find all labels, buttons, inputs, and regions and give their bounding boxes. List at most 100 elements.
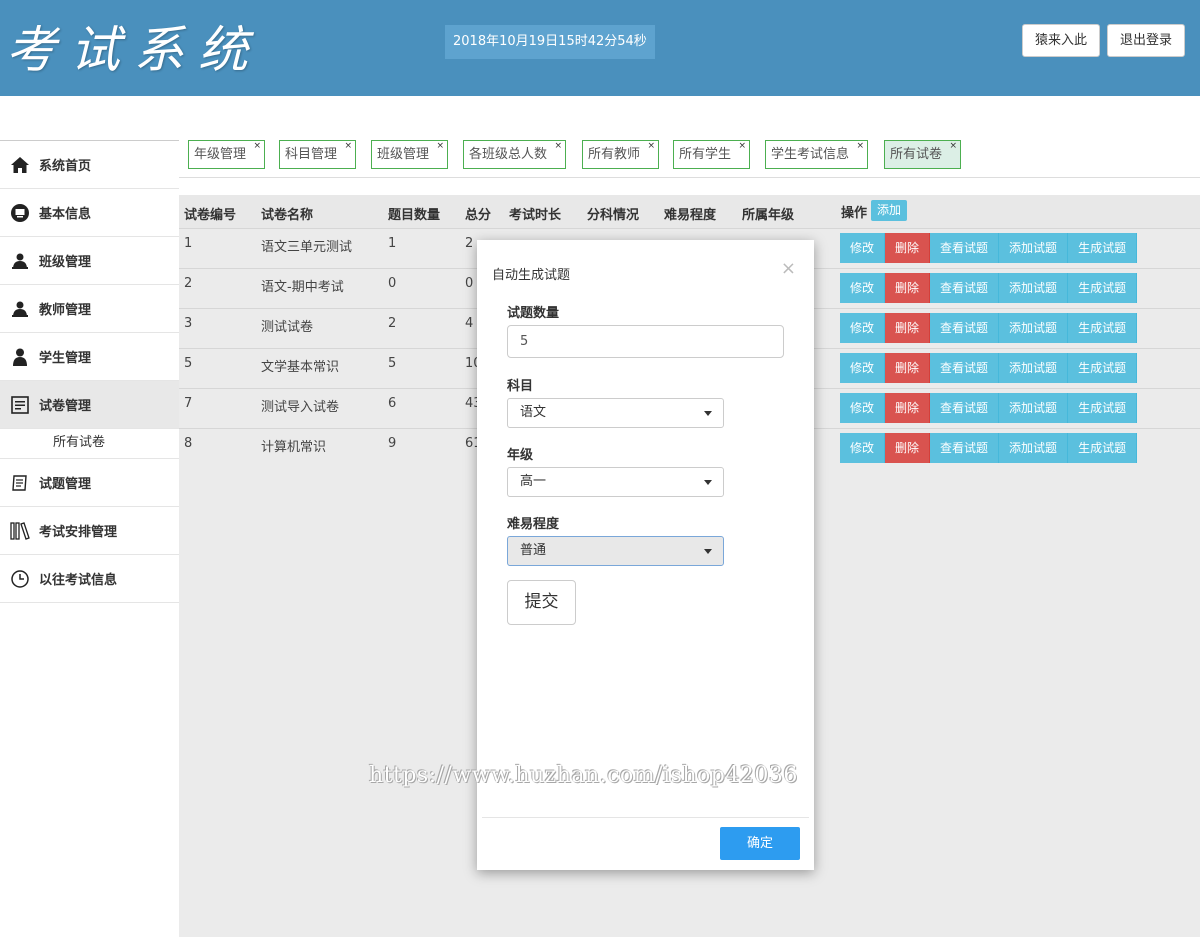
sidebar-item-label: 教师管理 <box>39 303 92 318</box>
sidebar-item-label: 考试安排管理 <box>39 525 118 540</box>
col-header: 试卷编号 <box>184 208 237 223</box>
sidebar-item-label: 系统首页 <box>39 159 92 174</box>
sidebar-item-label: 试卷管理 <box>39 399 92 414</box>
users-icon <box>10 299 30 319</box>
edit-button[interactable]: 修改 <box>840 273 886 303</box>
sidebar-item-papers[interactable]: 试卷管理 <box>0 381 179 429</box>
chevron-down-icon <box>704 549 712 554</box>
delete-button[interactable]: 删除 <box>885 393 931 423</box>
close-icon[interactable]: × <box>856 133 864 160</box>
view-questions-button[interactable]: 查看试题 <box>930 233 1000 263</box>
row-actions: 修改 删除 查看试题 添加试题 生成试题 <box>840 313 1138 343</box>
add-questions-button[interactable]: 添加试题 <box>999 353 1069 383</box>
edit-button[interactable]: 修改 <box>840 313 886 343</box>
subject-select[interactable]: 语文 <box>507 398 724 428</box>
tab-all-papers[interactable]: 所有试卷 × <box>884 140 962 169</box>
sidebar-subitem-all-papers[interactable]: 所有试卷 <box>0 429 179 459</box>
col-header: 所属年级 <box>742 208 795 223</box>
difficulty-select[interactable]: 普通 <box>507 536 724 566</box>
front-site-button[interactable]: 猿来入此 <box>1022 24 1101 57</box>
edit-button[interactable]: 修改 <box>840 353 886 383</box>
tab-teachers[interactable]: 所有教师 × <box>582 140 660 169</box>
sidebar-item-label: 试题管理 <box>39 477 92 492</box>
tab-exam-info[interactable]: 学生考试信息 × <box>765 140 869 169</box>
row-actions: 修改 删除 查看试题 添加试题 生成试题 <box>840 233 1138 263</box>
confirm-button[interactable]: 确定 <box>720 827 800 860</box>
add-questions-button[interactable]: 添加试题 <box>999 393 1069 423</box>
quantity-input[interactable]: 5 <box>507 325 784 358</box>
sidebar: 系统首页 基本信息 班级管理 教师管理 学生管理 试卷管理 所有试卷 试题管理 … <box>0 140 179 937</box>
close-icon[interactable]: × <box>781 258 796 279</box>
generate-questions-button[interactable]: 生成试题 <box>1068 353 1138 383</box>
logout-button[interactable]: 退出登录 <box>1107 24 1186 57</box>
quantity-label: 试题数量 <box>507 306 560 321</box>
view-questions-button[interactable]: 查看试题 <box>930 313 1000 343</box>
add-paper-button[interactable]: 添加 <box>871 200 908 221</box>
delete-button[interactable]: 删除 <box>885 273 931 303</box>
generate-questions-button[interactable]: 生成试题 <box>1068 273 1138 303</box>
table-header: 试卷编号 试卷名称 题目数量 总分 考试时长 分科情况 难易程度 所属年级 操作… <box>179 195 1200 228</box>
close-icon[interactable]: × <box>554 133 562 160</box>
close-icon[interactable]: × <box>344 133 352 160</box>
close-icon[interactable]: × <box>436 133 444 160</box>
add-questions-button[interactable]: 添加试题 <box>999 233 1069 263</box>
home-icon <box>10 155 30 175</box>
sidebar-item-home[interactable]: 系统首页 <box>0 141 179 189</box>
grade-select[interactable]: 高一 <box>507 467 724 497</box>
tab-students[interactable]: 所有学生 × <box>673 140 751 169</box>
edit-button[interactable]: 修改 <box>840 233 886 263</box>
view-questions-button[interactable]: 查看试题 <box>930 353 1000 383</box>
row-actions: 修改 删除 查看试题 添加试题 生成试题 <box>840 393 1138 423</box>
chevron-down-icon <box>704 411 712 416</box>
submit-button[interactable]: 提交 <box>507 580 576 625</box>
delete-button[interactable]: 删除 <box>885 433 931 463</box>
generate-questions-button[interactable]: 生成试题 <box>1068 433 1138 463</box>
sidebar-item-basic-info[interactable]: 基本信息 <box>0 189 179 237</box>
view-questions-button[interactable]: 查看试题 <box>930 273 1000 303</box>
col-header: 难易程度 <box>664 208 717 223</box>
tab-subject[interactable]: 科目管理 × <box>279 140 357 169</box>
edit-button[interactable]: 修改 <box>840 393 886 423</box>
sidebar-item-class[interactable]: 班级管理 <box>0 237 179 285</box>
tab-grade[interactable]: 年级管理 × <box>188 140 266 169</box>
col-header: 题目数量 <box>388 208 441 223</box>
monitor-icon <box>10 203 30 223</box>
tab-bar: 年级管理 × 科目管理 × 班级管理 × 各班级总人数 × 所有教师 × 所有学生 × 学生… <box>179 136 1200 178</box>
difficulty-label: 难易程度 <box>507 517 560 532</box>
sidebar-item-label: 班级管理 <box>39 255 92 270</box>
close-icon[interactable]: × <box>253 133 261 160</box>
sidebar-item-label: 学生管理 <box>39 351 92 366</box>
view-questions-button[interactable]: 查看试题 <box>930 393 1000 423</box>
delete-button[interactable]: 删除 <box>885 313 931 343</box>
close-icon[interactable]: × <box>738 133 746 160</box>
users-icon <box>10 251 30 271</box>
generate-questions-button[interactable]: 生成试题 <box>1068 393 1138 423</box>
sidebar-item-teacher[interactable]: 教师管理 <box>0 285 179 333</box>
generate-questions-button[interactable]: 生成试题 <box>1068 233 1138 263</box>
clock-icon <box>10 569 30 589</box>
tab-class-count[interactable]: 各班级总人数 × <box>463 140 567 169</box>
row-actions: 修改 删除 查看试题 添加试题 生成试题 <box>840 433 1138 463</box>
sidebar-item-student[interactable]: 学生管理 <box>0 333 179 381</box>
subject-label: 科目 <box>507 379 534 394</box>
delete-button[interactable]: 删除 <box>885 353 931 383</box>
sidebar-item-label: 基本信息 <box>39 207 92 222</box>
add-questions-button[interactable]: 添加试题 <box>999 433 1069 463</box>
notepad-icon <box>10 473 30 493</box>
col-header: 试卷名称 <box>261 208 314 223</box>
col-header: 考试时长 <box>509 208 562 223</box>
edit-button[interactable]: 修改 <box>840 433 886 463</box>
close-icon[interactable]: × <box>949 133 957 160</box>
sidebar-item-questions[interactable]: 试题管理 <box>0 459 179 507</box>
view-questions-button[interactable]: 查看试题 <box>930 433 1000 463</box>
tab-class[interactable]: 班级管理 × <box>371 140 449 169</box>
delete-button[interactable]: 删除 <box>885 233 931 263</box>
add-questions-button[interactable]: 添加试题 <box>999 273 1069 303</box>
chevron-down-icon <box>704 480 712 485</box>
col-header: 操作 <box>841 206 868 221</box>
close-icon[interactable]: × <box>647 133 655 160</box>
sidebar-item-past-exams[interactable]: 以往考试信息 <box>0 555 179 603</box>
add-questions-button[interactable]: 添加试题 <box>999 313 1069 343</box>
sidebar-item-exam-schedule[interactable]: 考试安排管理 <box>0 507 179 555</box>
generate-questions-button[interactable]: 生成试题 <box>1068 313 1138 343</box>
